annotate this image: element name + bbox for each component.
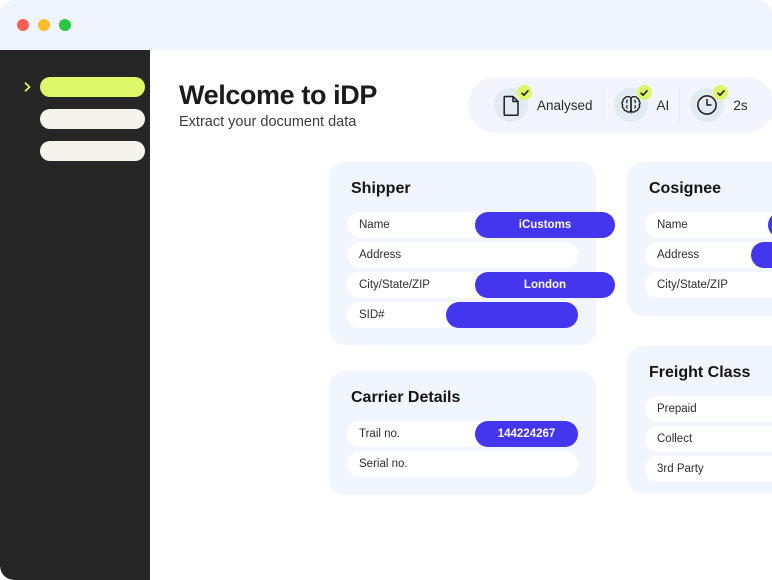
field-row-name: Name iCustoms bbox=[347, 212, 615, 238]
field-label[interactable]: Prepaid bbox=[645, 396, 772, 422]
maximize-window-button[interactable] bbox=[59, 19, 71, 31]
card-carrier-details: Carrier Details Trail no. 144224267 Seri… bbox=[329, 371, 596, 495]
field-row-name: Name George Clark bbox=[645, 212, 772, 238]
sidebar bbox=[0, 50, 150, 580]
field-value[interactable]: London bbox=[475, 272, 615, 298]
field-row-address: Address bbox=[347, 242, 578, 268]
field-label[interactable]: Serial no. bbox=[347, 451, 578, 477]
field-label[interactable]: City/State/ZIP bbox=[645, 272, 772, 298]
card-freight-class: Freight Class Prepaid Collect 3rd Party bbox=[627, 346, 772, 493]
field-value[interactable] bbox=[446, 302, 578, 328]
page-title: Welcome to iDP bbox=[179, 80, 377, 110]
field-row-3rd-party: 3rd Party bbox=[645, 456, 772, 482]
status-chip-analysed[interactable]: Analysed bbox=[484, 85, 603, 122]
field-row-address: Address bbox=[645, 242, 772, 268]
status-chip-label: AI bbox=[656, 97, 670, 113]
sidebar-item-label-3 bbox=[40, 141, 145, 161]
document-icon bbox=[494, 85, 532, 122]
field-list: Trail no. 144224267 Serial no. bbox=[347, 421, 578, 481]
field-list: Prepaid Collect 3rd Party bbox=[645, 396, 772, 486]
card-cosignee: Cosignee Name George Clark Address City/… bbox=[627, 162, 772, 316]
field-list: Name iCustoms Address City/State/ZIP Lon… bbox=[347, 212, 615, 332]
chevron-right-icon bbox=[22, 81, 34, 93]
clock-icon bbox=[690, 85, 729, 122]
status-chip-ai[interactable]: AI bbox=[602, 85, 680, 122]
field-value[interactable] bbox=[751, 242, 772, 268]
sidebar-item-label-2 bbox=[40, 109, 145, 129]
field-row-sid: SID# bbox=[347, 302, 578, 328]
field-label[interactable]: Address bbox=[347, 242, 578, 268]
field-label[interactable]: 3rd Party bbox=[645, 456, 772, 482]
close-window-button[interactable] bbox=[17, 19, 29, 31]
field-list: Name George Clark Address City/State/ZIP bbox=[645, 212, 772, 302]
field-value[interactable]: 144224267 bbox=[475, 421, 578, 447]
field-row-serial-no: Serial no. bbox=[347, 451, 578, 477]
card-title: Cosignee bbox=[649, 180, 722, 197]
brain-icon bbox=[613, 85, 652, 122]
page-subtitle: Extract your document data bbox=[179, 114, 357, 130]
title-bar bbox=[0, 0, 772, 50]
field-label[interactable]: Name bbox=[645, 212, 772, 238]
minimize-window-button[interactable] bbox=[38, 19, 50, 31]
status-chip-duration[interactable]: 2s bbox=[679, 85, 757, 122]
traffic-light-controls bbox=[17, 19, 71, 31]
sidebar-item-label-active bbox=[40, 77, 145, 97]
card-shipper: Shipper Name iCustoms Address City/State… bbox=[329, 162, 615, 345]
sidebar-item-3[interactable] bbox=[0, 141, 150, 161]
field-label[interactable]: Collect bbox=[645, 426, 772, 452]
main-content: Welcome to iDP Extract your document dat… bbox=[150, 50, 772, 580]
sidebar-item-active[interactable] bbox=[0, 77, 150, 97]
field-row-collect: Collect bbox=[645, 426, 772, 452]
app-window: Welcome to iDP Extract your document dat… bbox=[0, 0, 772, 580]
sidebar-nav bbox=[0, 77, 150, 173]
check-badge-icon bbox=[713, 85, 729, 100]
status-chip-label: Analysed bbox=[537, 97, 593, 113]
sidebar-item-2[interactable] bbox=[0, 109, 150, 129]
field-value[interactable]: iCustoms bbox=[475, 212, 615, 238]
field-row-prepaid: Prepaid bbox=[645, 396, 772, 422]
status-bar: Analysed AI 2s bbox=[468, 77, 772, 133]
field-row-city: City/State/ZIP London bbox=[347, 272, 615, 298]
card-title: Shipper bbox=[351, 180, 411, 197]
card-title: Freight Class bbox=[649, 364, 751, 381]
status-chip-label: 2s bbox=[733, 97, 748, 113]
card-title: Carrier Details bbox=[351, 389, 461, 406]
field-row-city: City/State/ZIP bbox=[645, 272, 772, 298]
field-row-trail-no: Trail no. 144224267 bbox=[347, 421, 578, 447]
check-badge-icon bbox=[636, 85, 652, 100]
check-badge-icon bbox=[517, 85, 532, 100]
